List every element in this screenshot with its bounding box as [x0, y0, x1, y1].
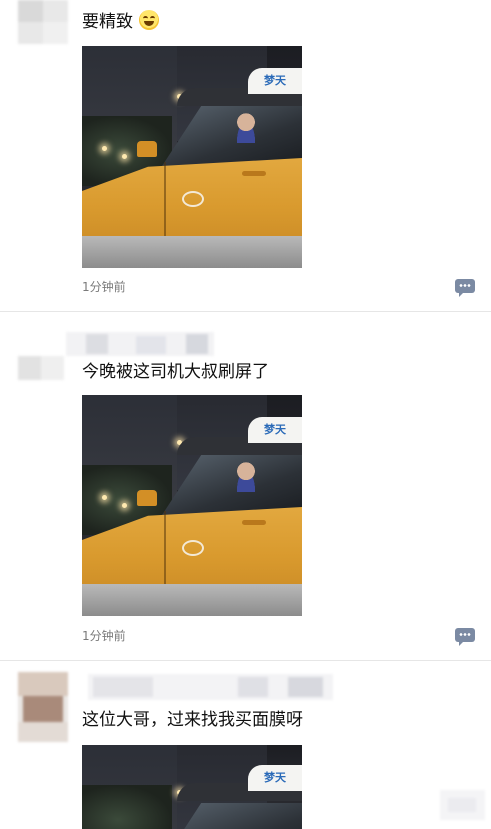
comment-icon[interactable] — [455, 628, 475, 646]
watermark — [440, 790, 485, 820]
laughing-emoji-icon — [139, 10, 159, 30]
divider — [0, 660, 491, 661]
avatar[interactable] — [18, 672, 68, 742]
taxi-roof-sign: 梦天 — [248, 417, 302, 443]
comment-icon[interactable] — [455, 279, 475, 297]
avatar[interactable] — [18, 356, 64, 380]
username-blurred[interactable] — [88, 674, 333, 700]
post-photo[interactable]: 梦天 — [82, 395, 302, 616]
post-timestamp: 1分钟前 — [82, 629, 126, 643]
taxi-roof-sign: 梦天 — [248, 68, 302, 94]
post-photo[interactable]: 梦天 — [82, 745, 302, 829]
username-blurred[interactable] — [66, 332, 214, 356]
post-text: 要精致 — [82, 10, 159, 32]
post-text-content: 要精致 — [82, 12, 133, 32]
post-text: 这位大哥，过来找我买面膜呀 — [82, 710, 303, 730]
divider — [0, 311, 491, 312]
avatar[interactable] — [18, 0, 68, 44]
taxi-roof-sign: 梦天 — [248, 765, 302, 791]
post-text: 今晚被这司机大叔刷屏了 — [82, 362, 269, 382]
post-timestamp: 1分钟前 — [82, 280, 126, 294]
post-photo[interactable]: 梦天 — [82, 46, 302, 268]
